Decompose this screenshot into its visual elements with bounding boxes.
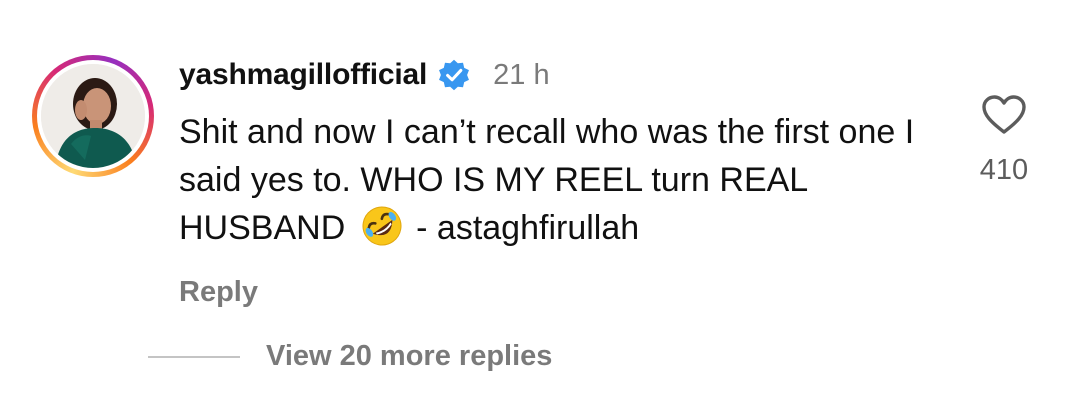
like-column: 410 <box>968 94 1040 187</box>
view-replies-label[interactable]: View 20 more replies <box>266 340 552 373</box>
comment-text-tail: - astaghfirullah <box>406 209 640 247</box>
timestamp: 21 h <box>493 58 550 91</box>
verified-badge-icon <box>439 59 470 91</box>
comment-body: yashmagillofficial 21 h Shit and now I c… <box>179 52 969 309</box>
story-ring[interactable] <box>32 55 154 177</box>
heart-outline-icon[interactable] <box>981 94 1027 136</box>
username[interactable]: yashmagillofficial <box>179 58 427 92</box>
replies-divider <box>148 355 240 358</box>
profile-photo <box>41 64 145 168</box>
like-count: 410 <box>979 154 1029 186</box>
comment-thread: yashmagillofficial 21 h Shit and now I c… <box>0 0 1080 405</box>
comment-header: yashmagillofficial 21 h <box>179 52 969 98</box>
rolling-on-floor-laughing-emoji <box>362 206 402 246</box>
avatar[interactable] <box>41 64 145 168</box>
view-more-replies[interactable]: View 20 more replies <box>148 340 552 373</box>
reply-button[interactable]: Reply <box>179 276 258 309</box>
comment-text: Shit and now I can’t recall who was the … <box>179 108 949 252</box>
